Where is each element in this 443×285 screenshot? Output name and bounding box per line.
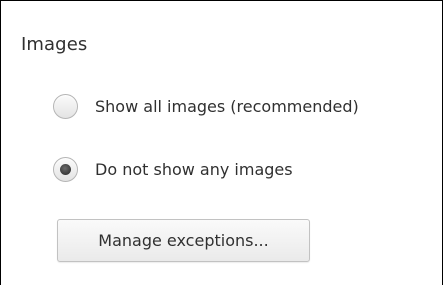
section-title: Images [21,34,88,55]
radio-button[interactable] [53,157,78,182]
radio-button[interactable] [53,94,78,119]
radio-label: Do not show any images [95,160,293,179]
radio-label: Show all images (recommended) [95,97,359,116]
radio-do-not-show-images[interactable]: Do not show any images [53,157,293,182]
radio-show-all-images[interactable]: Show all images (recommended) [53,94,359,119]
manage-exceptions-button[interactable]: Manage exceptions... [57,219,310,262]
images-settings-panel: Images Show all images (recommended) Do … [0,0,443,285]
